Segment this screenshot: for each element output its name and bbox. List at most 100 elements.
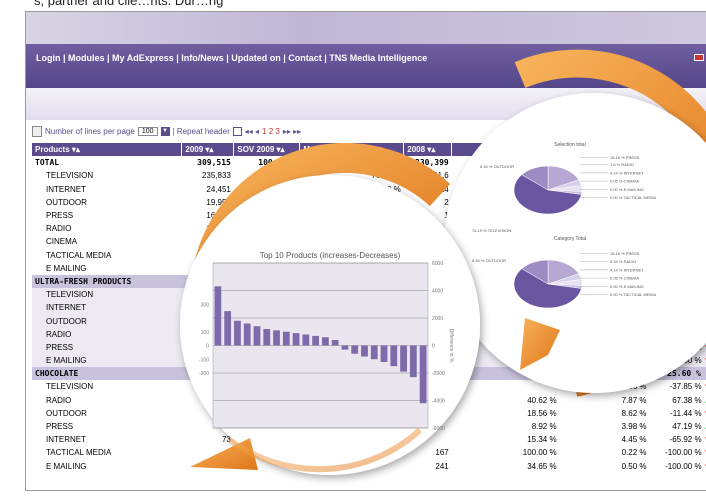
bar: [263, 329, 271, 346]
table-cell: -100.00 % ↘: [649, 446, 706, 459]
table-cell: TACTICAL MEDIA: [46, 448, 112, 458]
table-cell: -65.92 % ↘: [649, 433, 706, 446]
table-cell: 4.45 %: [621, 435, 647, 445]
bar: [253, 326, 261, 346]
table-cell: 8.62 %: [621, 408, 647, 418]
bar: [361, 345, 368, 357]
arrow-down-icon: ↘: [702, 409, 706, 418]
table-cell: 3.98 %: [621, 422, 647, 432]
pie-label: 0.00 % E MAILING: [610, 284, 644, 289]
pie-label: 0.05 % CINEMA: [610, 276, 639, 281]
tick-label: 0: [432, 344, 435, 350]
table-cell: PRESS: [46, 211, 74, 221]
bar: [312, 335, 319, 346]
table-cell: 47.19 % ↗: [649, 420, 706, 433]
table-cell: INTERNET: [32, 301, 182, 315]
table-cell: 7.87 %: [621, 395, 647, 405]
bar: [331, 340, 339, 346]
first-page-icon[interactable]: ◂◂ ◂: [245, 127, 259, 136]
table-cell: CHOCOLATE: [32, 367, 182, 381]
lines-label: Number of lines per page: [45, 127, 135, 136]
bar: [234, 320, 241, 346]
bar: [351, 345, 359, 354]
dropdown-arrow-icon[interactable]: ▼: [160, 127, 170, 136]
bar: [370, 345, 378, 360]
bar: [243, 323, 251, 346]
bar: [409, 345, 417, 378]
table-cell: 8.92 %: [531, 422, 557, 432]
tick-label: -6000: [432, 426, 445, 432]
table-cell: 34.65 %: [527, 461, 557, 471]
repeat-header-checkbox[interactable]: [232, 127, 242, 136]
pie-title: Selection total: [554, 142, 585, 148]
table-cell: 15.34 %: [527, 435, 557, 445]
table-cell: -100.00 % ↘: [649, 460, 706, 473]
arrow-down-icon: ↘: [701, 369, 706, 378]
last-page-icon[interactable]: ▸▸ ▸▸: [283, 127, 301, 136]
flag-icon[interactable]: [694, 54, 704, 61]
table-cell: INTERNET: [46, 435, 86, 445]
caption: s, partner and clie…nts. Dur…ng: [34, 0, 224, 8]
arrow-down-icon: ↘: [702, 382, 706, 391]
pie-label: 4.33 % RADIO: [610, 259, 636, 264]
table-cell: E MAILING: [46, 263, 87, 273]
pie-label: 0.00 % TACTICAL MEDIA: [610, 195, 656, 200]
table-cell: RADIO: [46, 224, 72, 234]
table-cell: TACTICAL MEDIA: [46, 250, 112, 260]
toolbar: Number of lines per page 100 ▼ | Repeat …: [32, 126, 301, 137]
bar: [214, 286, 222, 346]
pie-label: 4.14 % INTERNET: [610, 267, 644, 272]
column-header[interactable]: Products ▾▴: [32, 143, 183, 157]
column-header[interactable]: 2009 ▾▴: [181, 143, 235, 157]
arrow-up-icon: ↗: [702, 422, 706, 431]
bar: [273, 330, 280, 346]
table-cell: 18.56 %: [527, 408, 557, 418]
arrow-down-icon: ↘: [702, 435, 706, 444]
column-header[interactable]: 2008 ▾▴: [403, 143, 453, 157]
table-cell: 235,833: [201, 171, 231, 181]
tick-label: -2000: [432, 371, 445, 377]
pie-label: 18.16 % PRESS: [610, 251, 640, 256]
table-cell: E MAILING: [32, 354, 182, 368]
table-cell: TELEVISION: [32, 288, 182, 302]
page-icon[interactable]: [32, 126, 42, 137]
bar-chart: Top 10 Products (increases-Decreases) 600…: [199, 251, 454, 432]
tick-label: -100: [199, 357, 209, 363]
table-cell: -37.85 % ↘: [649, 380, 706, 393]
table-cell: 0.22 %: [621, 448, 647, 458]
arrow-up-icon: ↗: [702, 396, 706, 405]
repeat-header-label: | Repeat header: [172, 127, 230, 136]
table-cell: OUTDOOR: [32, 314, 182, 328]
tick-label: -4000: [432, 399, 445, 405]
tick-label: 2000: [432, 316, 443, 322]
pie-label: 0.00 % E MAILING: [610, 187, 644, 192]
pager[interactable]: 1 2 3: [262, 127, 280, 136]
arrow-down-icon: ↘: [702, 462, 706, 471]
bar: [380, 345, 388, 362]
nav-links[interactable]: Login | Modules | My AdExpress | Info/Ne…: [36, 53, 427, 63]
arrow-down-icon: ↘: [702, 356, 706, 365]
table-cell: 0.50 %: [621, 461, 647, 471]
tick-label: -200: [199, 371, 209, 377]
table-cell: TOTAL: [35, 158, 60, 168]
table-cell: 100.00 %: [522, 448, 557, 458]
table-cell: RADIO: [32, 327, 182, 341]
pie-title: Category Total: [554, 236, 586, 242]
pie-label: 76.19 % TELEVISION: [472, 228, 511, 233]
table-cell: 241: [435, 461, 449, 471]
chart-title: Top 10 Products (increases-Decreases): [260, 251, 401, 260]
y-axis-label: Difference in %: [448, 329, 454, 363]
lines-select[interactable]: 100: [137, 127, 158, 136]
arrow-down-icon: ↘: [702, 448, 706, 457]
tick-label: 4000: [432, 289, 443, 295]
table-cell: 73: [221, 435, 231, 445]
table-cell: ULTRA-FRESH PRODUCTS: [32, 274, 182, 289]
table-cell: 40.62 %: [527, 395, 557, 405]
pie-label: 6.45 % OUTDOOR: [472, 258, 506, 263]
table-cell: OUTDOOR: [46, 197, 87, 207]
table-cell: E MAILING: [46, 461, 87, 471]
bar: [390, 345, 398, 367]
tick-label: 0: [206, 344, 209, 350]
table-cell: TELEVISION: [46, 171, 94, 181]
bar: [282, 331, 290, 346]
